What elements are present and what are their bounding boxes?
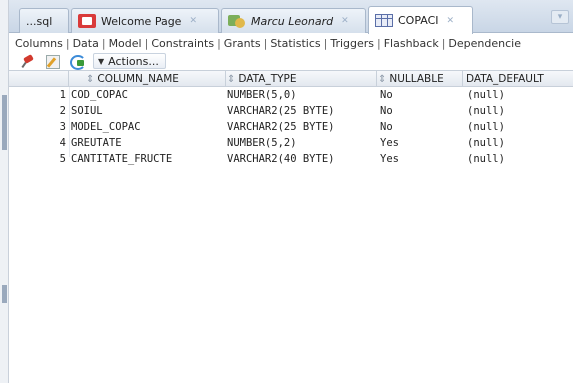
data-default-header[interactable]: DATA_DEFAULT [463, 71, 573, 87]
subtab-constraints[interactable]: Constraints [148, 37, 217, 50]
data-default-header-label: DATA_DEFAULT [466, 73, 544, 85]
edit-icon[interactable] [45, 54, 61, 69]
tab-welcome-page[interactable]: Welcome Page ✕ [71, 8, 219, 33]
table-row[interactable]: 5 CANTITATE_FRUCTE VARCHAR2(40 BYTE) Yes… [9, 151, 573, 167]
object-subtabs: Columns | Data | Model | Constraints | Grant… [9, 34, 573, 52]
subtab-grants[interactable]: Grants [221, 37, 264, 50]
connection-icon [228, 14, 246, 28]
editor-panel: ...sql Welcome Page ✕ Marcu Leonard ✕ CO… [9, 0, 573, 383]
subtab-triggers[interactable]: Triggers [327, 37, 377, 50]
data-default-cell[interactable]: (null) [463, 151, 573, 167]
close-icon[interactable]: ✕ [341, 16, 349, 26]
data-type-header[interactable]: ⇕ DATA_TYPE [226, 71, 377, 87]
refresh-icon[interactable] [69, 54, 86, 70]
actions-button[interactable]: ▼ Actions... [93, 53, 166, 69]
tab-sql[interactable]: ...sql [19, 8, 69, 33]
column-name-cell[interactable]: CANTITATE_FRUCTE [69, 151, 226, 167]
nullable-cell[interactable]: Yes [377, 135, 463, 151]
row-number: 2 [59, 105, 66, 117]
columns-grid: ⇕ COLUMN_NAME ⇕ DATA_TYPE ⇕ NULLABLE DATA_D… [9, 70, 573, 167]
data-type-cell[interactable]: VARCHAR2(25 BYTE) [226, 119, 377, 135]
data-type-cell[interactable]: VARCHAR2(40 BYTE) [226, 151, 377, 167]
subtab-model[interactable]: Model [106, 37, 145, 50]
data-type-header-label: DATA_TYPE [238, 73, 297, 85]
close-icon[interactable]: ✕ [189, 16, 197, 26]
grid-header: ⇕ COLUMN_NAME ⇕ DATA_TYPE ⇕ NULLABLE DATA_D… [9, 70, 573, 87]
column-name-cell[interactable]: COD_COPAC [69, 87, 226, 103]
close-icon[interactable]: ✕ [447, 16, 455, 26]
table-row[interactable]: 2 SOIUL VARCHAR2(25 BYTE) No (null) [9, 103, 573, 119]
tab-welcome-page-label: Welcome Page [101, 14, 182, 28]
column-name-header-label: COLUMN_NAME [97, 73, 179, 85]
row-number: 4 [59, 137, 66, 149]
tab-copaci-label: COPACI [398, 14, 439, 27]
subtab-columns[interactable]: Columns [9, 37, 66, 50]
nullable-header-label: NULLABLE [389, 73, 444, 85]
columns-toolbar: ▼ Actions... [9, 52, 573, 70]
left-gutter [0, 0, 9, 383]
data-default-cell[interactable]: (null) [463, 135, 573, 151]
sort-icon: ⇕ [378, 74, 387, 85]
subtab-data[interactable]: Data [70, 37, 102, 50]
pin-icon[interactable] [21, 54, 37, 68]
data-type-cell[interactable]: NUMBER(5,2) [226, 135, 377, 151]
gutter-marker [2, 285, 7, 303]
tab-marcu-leonard[interactable]: Marcu Leonard ✕ [221, 8, 366, 33]
row-number: 1 [59, 89, 66, 101]
subtab-dependencies[interactable]: Dependencie [445, 37, 524, 50]
nullable-cell[interactable]: No [377, 87, 463, 103]
nullable-cell[interactable]: No [377, 103, 463, 119]
table-row[interactable]: 3 MODEL_COPAC VARCHAR2(25 BYTE) No (null… [9, 119, 573, 135]
data-type-cell[interactable]: NUMBER(5,0) [226, 87, 377, 103]
welcome-page-icon [78, 14, 96, 28]
row-number: 3 [59, 121, 66, 133]
nullable-cell[interactable]: No [377, 119, 463, 135]
actions-button-label: Actions... [108, 54, 159, 68]
row-number: 5 [59, 153, 66, 165]
sort-icon: ⇕ [86, 74, 95, 85]
nullable-cell[interactable]: Yes [377, 151, 463, 167]
column-name-cell[interactable]: SOIUL [69, 103, 226, 119]
document-tab-strip: ...sql Welcome Page ✕ Marcu Leonard ✕ CO… [9, 0, 573, 34]
data-default-cell[interactable]: (null) [463, 119, 573, 135]
column-name-cell[interactable]: MODEL_COPAC [69, 119, 226, 135]
subtab-statistics[interactable]: Statistics [267, 37, 323, 50]
tab-sql-label: ...sql [26, 14, 53, 28]
gutter-marker [2, 95, 7, 150]
table-icon [375, 14, 393, 27]
subtab-flashback[interactable]: Flashback [381, 37, 442, 50]
table-row[interactable]: 1 COD_COPAC NUMBER(5,0) No (null) [9, 87, 573, 103]
column-name-header[interactable]: ⇕ COLUMN_NAME [69, 71, 226, 87]
nullable-header[interactable]: ⇕ NULLABLE [377, 71, 463, 87]
table-row[interactable]: 4 GREUTATE NUMBER(5,2) Yes (null) [9, 135, 573, 151]
dropdown-arrow-icon: ▼ [98, 56, 105, 66]
tab-list-icon[interactable]: ▾ [551, 10, 569, 24]
column-name-cell[interactable]: GREUTATE [69, 135, 226, 151]
tab-marcu-leonard-label: Marcu Leonard [251, 14, 334, 28]
sort-icon: ⇕ [227, 74, 236, 85]
data-default-cell[interactable]: (null) [463, 87, 573, 103]
row-number-header [9, 71, 69, 87]
data-type-cell[interactable]: VARCHAR2(25 BYTE) [226, 103, 377, 119]
tab-strip-controls: ▾ [551, 10, 569, 24]
tab-copaci[interactable]: COPACI ✕ [368, 6, 473, 34]
data-default-cell[interactable]: (null) [463, 103, 573, 119]
